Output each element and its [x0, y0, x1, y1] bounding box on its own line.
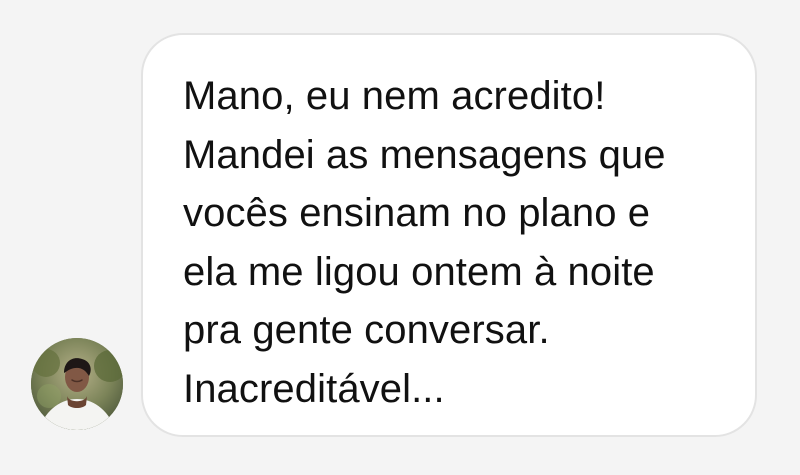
person-avatar-icon: [31, 338, 123, 430]
sender-avatar[interactable]: [31, 338, 123, 430]
message-bubble: Mano, eu nem acredito! Mandei as mensage…: [141, 33, 757, 437]
message-text: Mano, eu nem acredito! Mandei as mensage…: [183, 74, 666, 411]
chat-thread: Mano, eu nem acredito! Mandei as mensage…: [0, 0, 800, 475]
